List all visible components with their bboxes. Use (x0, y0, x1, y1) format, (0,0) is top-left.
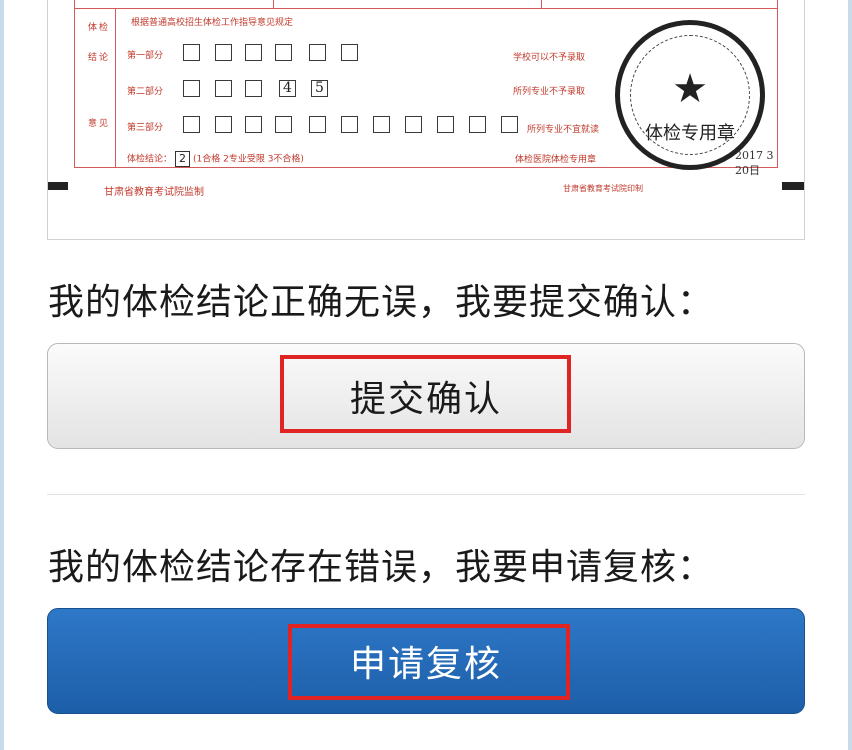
code-box (215, 44, 232, 61)
code-box (341, 44, 358, 61)
form-side-column: 体 检 结 论 意 见 (75, 8, 116, 168)
code-box (215, 80, 232, 97)
side-label: 意 (88, 119, 98, 129)
hospital-stamp: ★ 体检专用章 (615, 20, 765, 170)
code-box (183, 44, 200, 61)
conclusion-options: (1合格 2专业受限 3不合格) (193, 154, 304, 165)
section-divider (47, 494, 805, 495)
code-box (373, 116, 390, 133)
row-note-part-3: 所列专业不宜就读 (527, 125, 600, 135)
code-box: 5 (311, 80, 328, 97)
form-footer: 甘肃省教育考试院监制 (104, 187, 204, 198)
code-box (275, 116, 292, 133)
row-note-part-1: 学校可以不予录取 (513, 53, 586, 63)
confirm-prompt: 我的体检结论正确无误，我要提交确认： (48, 282, 715, 323)
code-box (309, 116, 326, 133)
sign-label: 体检医院体检专用章 (515, 155, 597, 165)
row-label-part-2: 第二部分 (127, 87, 164, 97)
code-box (405, 116, 422, 133)
row-note-part-2: 所列专业不予录取 (513, 87, 586, 97)
code-box (245, 44, 262, 61)
conclusion-value: 2 (175, 151, 191, 167)
side-label: 体 (88, 23, 98, 33)
request-review-label: 申请复核 (349, 644, 502, 685)
form-top-strip (75, 0, 777, 9)
code-box (469, 116, 486, 133)
health-check-form-image: 体 检 结 论 意 见 根据普通高校招生体检工作指导意见规定 第一部分 学校可以… (47, 0, 805, 240)
star-icon: ★ (672, 66, 708, 112)
stamp-text: 体检专用章 (645, 123, 735, 144)
form-notice: 根据普通高校招生体检工作指导意见规定 (131, 18, 294, 28)
review-prompt: 我的体检结论存在错误，我要申请复核： (48, 547, 715, 588)
side-label: 检 (99, 23, 109, 33)
code-box (309, 44, 326, 61)
sign-date: 2017 3 20日 (735, 149, 774, 177)
code-box (437, 116, 454, 133)
code-box (245, 80, 262, 97)
code-box: 4 (279, 80, 296, 97)
submit-confirm-label: 提交确认 (349, 379, 502, 420)
side-label: 结 (88, 53, 98, 63)
row-label-part-1: 第一部分 (127, 51, 164, 61)
row-label-part-3: 第三部分 (127, 123, 164, 133)
submit-confirm-button[interactable]: 提交确认 (47, 343, 805, 449)
form-footer-code: 甘肃省教育考试院印制 (563, 184, 643, 193)
code-box (245, 116, 262, 133)
conclusion-row: 体检结论： 2 (1合格 2专业受限 3不合格) (127, 151, 304, 167)
registration-mark (48, 182, 68, 190)
code-box (183, 116, 200, 133)
side-label: 论 (99, 53, 109, 63)
conclusion-label: 体检结论： (127, 154, 173, 165)
registration-mark (782, 182, 804, 190)
side-label: 见 (99, 119, 109, 129)
request-review-button[interactable]: 申请复核 (47, 608, 805, 714)
code-box (215, 116, 232, 133)
code-box (501, 116, 518, 133)
form-sheet: 体 检 结 论 意 见 根据普通高校招生体检工作指导意见规定 第一部分 学校可以… (74, 0, 778, 177)
code-box (183, 80, 200, 97)
code-box (275, 44, 292, 61)
code-box (341, 116, 358, 133)
